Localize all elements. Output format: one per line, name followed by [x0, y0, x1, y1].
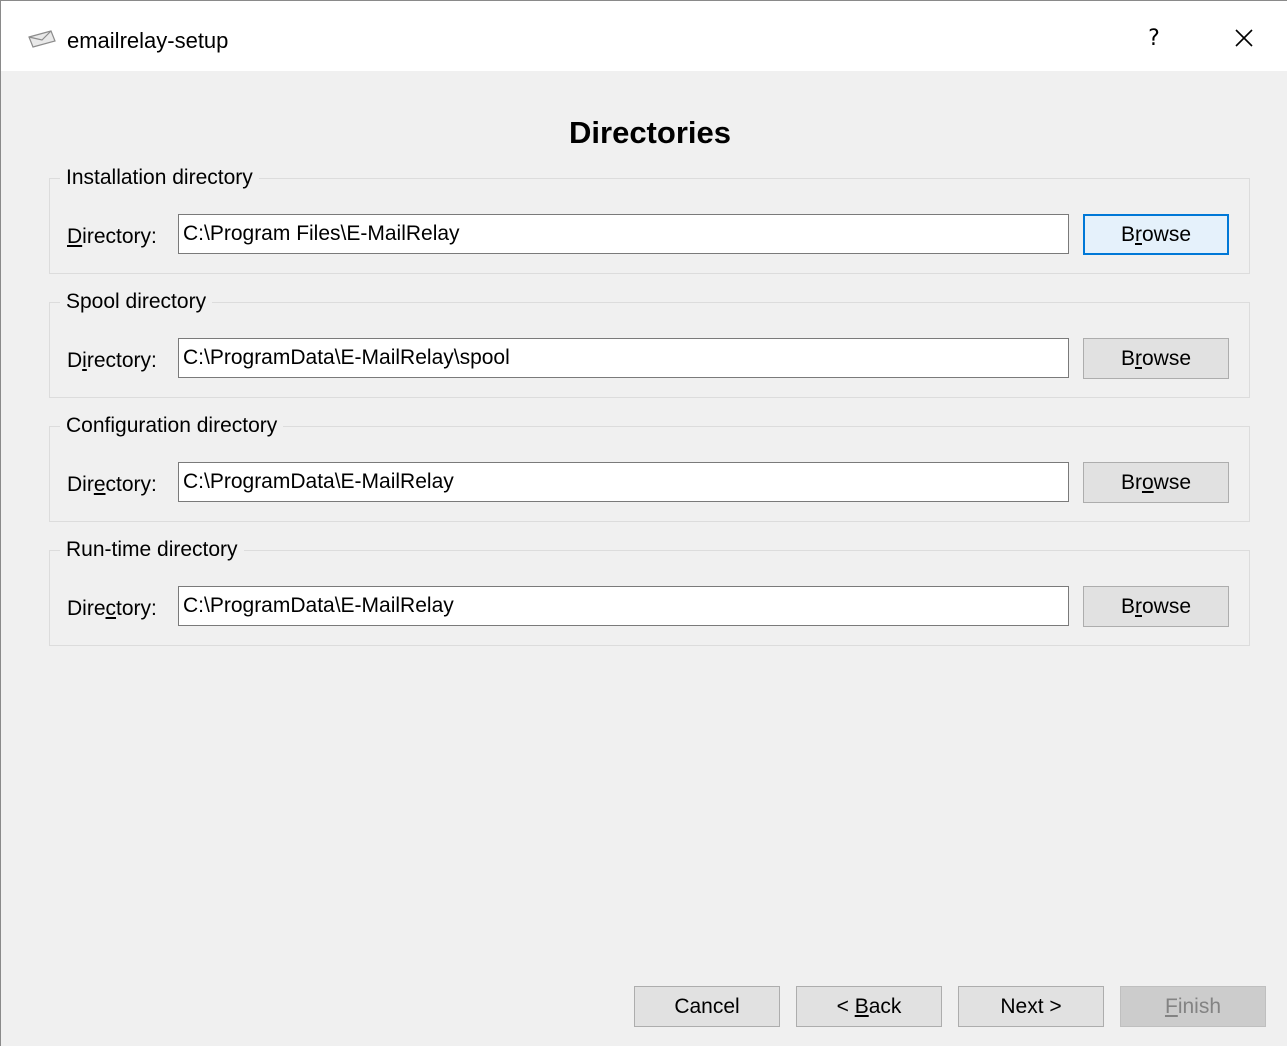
window-title: emailrelay-setup [67, 28, 229, 53]
group-legend: Run-time directory [60, 536, 244, 564]
directory-label: Directory: [67, 225, 157, 248]
cancel-button[interactable]: Cancel [634, 986, 780, 1027]
group-legend: Configuration directory [60, 412, 284, 440]
envelope-icon [27, 29, 57, 49]
installation-browse-button[interactable]: Browse [1083, 214, 1229, 255]
group-legend: Installation directory [60, 164, 259, 192]
installation-directory-group: Installation directory Directory: Browse [49, 164, 1250, 274]
browse-label: Browse [1120, 222, 1192, 246]
cancel-label: Cancel [674, 994, 740, 1018]
finish-button[interactable]: Finish [1120, 986, 1266, 1027]
back-button[interactable]: < Back [796, 986, 942, 1027]
help-icon: ? [1148, 25, 1160, 51]
configuration-directory-input[interactable] [178, 462, 1069, 502]
spool-directory-input[interactable] [178, 338, 1069, 378]
directory-label: Directory: [67, 597, 157, 620]
help-button[interactable]: ? [1131, 15, 1177, 61]
title-bar[interactable]: emailrelay-setup ? [1, 1, 1287, 71]
page-title: Directories [569, 115, 731, 150]
next-button[interactable]: Next > [958, 986, 1104, 1027]
group-legend: Spool directory [60, 288, 213, 316]
runtime-directory-group: Run-time directory Directory: Browse [49, 536, 1250, 646]
browse-label: Browse [1120, 594, 1192, 618]
spool-browse-button[interactable]: Browse [1083, 338, 1229, 379]
directory-label: Directory: [67, 349, 157, 372]
directory-label: Directory: [67, 473, 157, 496]
spool-directory-group: Spool directory Directory: Browse [49, 288, 1250, 398]
configuration-directory-group: Configuration directory Directory: Brows… [49, 412, 1250, 522]
setup-dialog-window: emailrelay-setup ? Directories Installat… [0, 0, 1287, 1046]
back-label: < Back [836, 994, 902, 1018]
finish-label: Finish [1164, 994, 1222, 1018]
next-label: Next > [1000, 994, 1062, 1018]
close-icon [1235, 29, 1253, 47]
installation-directory-input[interactable] [178, 214, 1069, 254]
runtime-browse-button[interactable]: Browse [1083, 586, 1229, 627]
browse-label: Browse [1120, 470, 1192, 494]
close-button[interactable] [1221, 15, 1267, 61]
browse-label: Browse [1120, 346, 1192, 370]
configuration-browse-button[interactable]: Browse [1083, 462, 1229, 503]
runtime-directory-input[interactable] [178, 586, 1069, 626]
